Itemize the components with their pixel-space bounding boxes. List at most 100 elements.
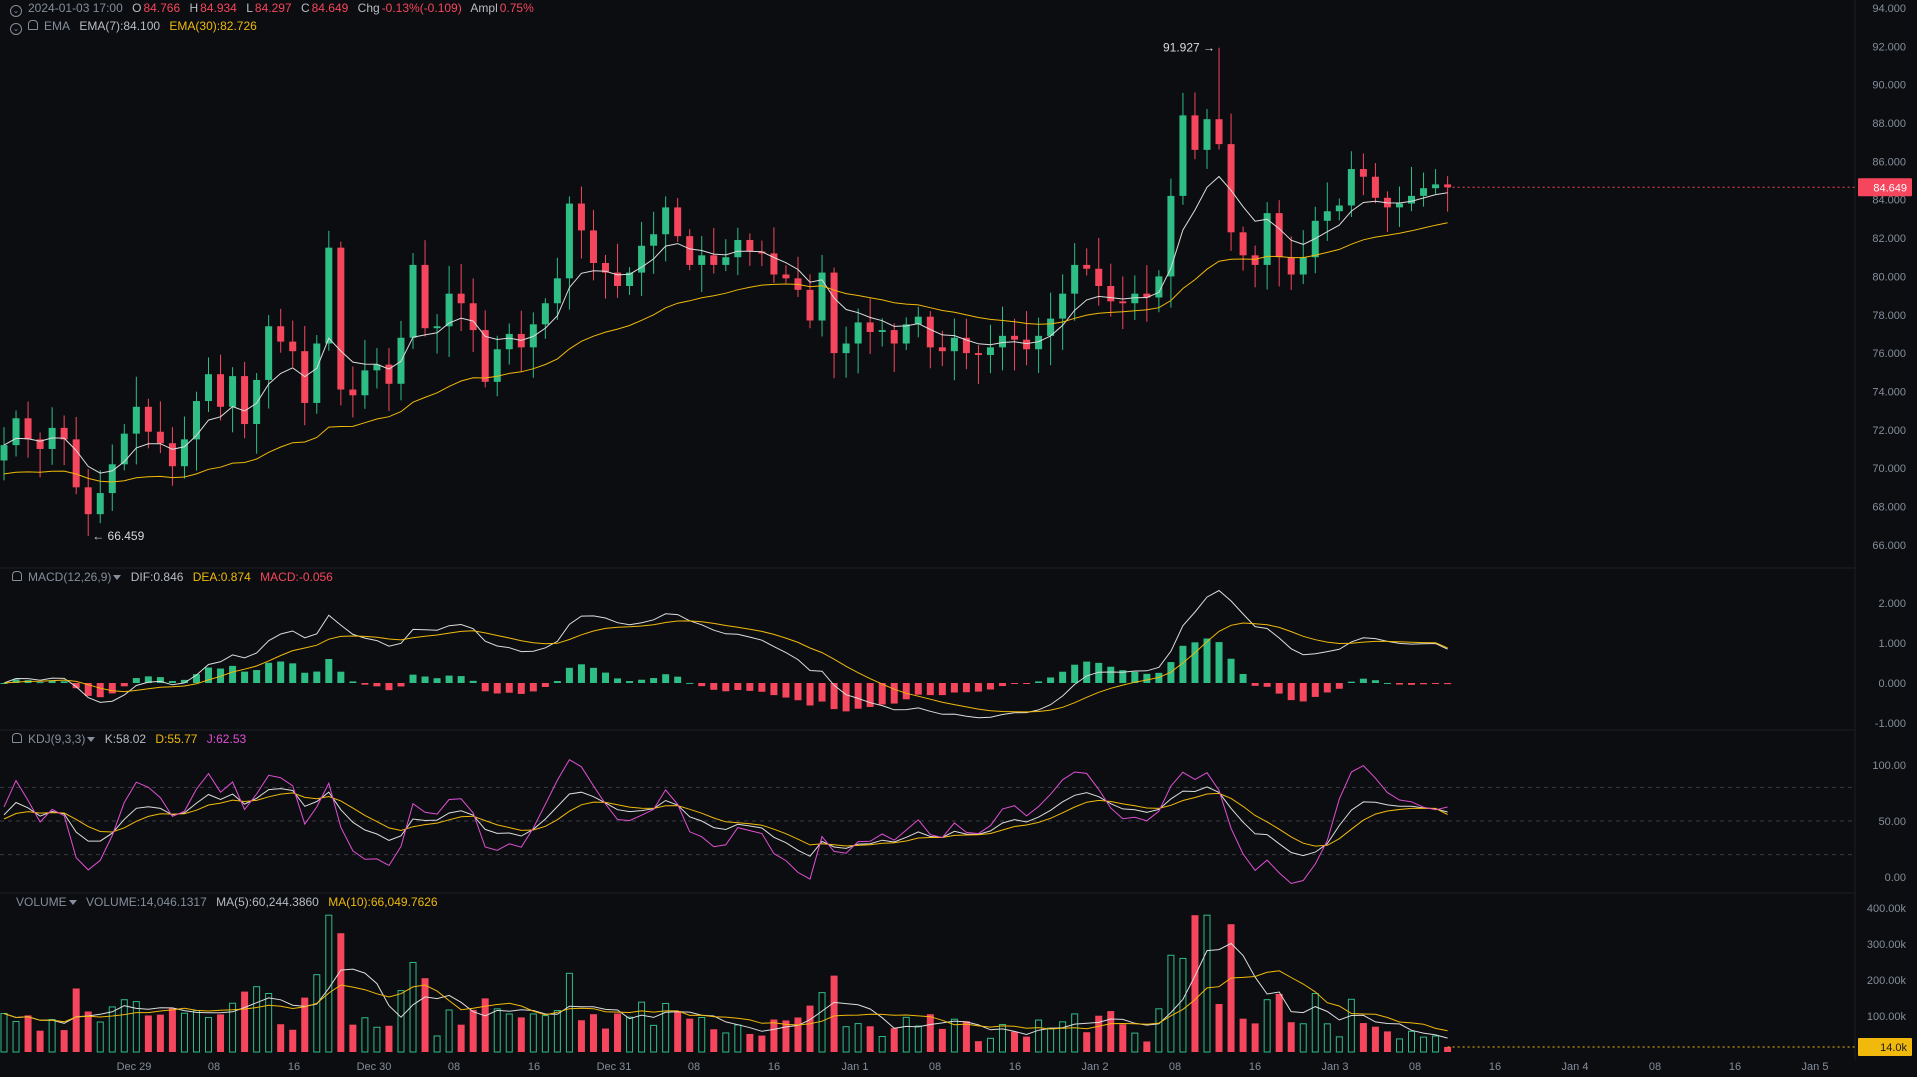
macd-hist-bar <box>493 683 501 694</box>
volume-name[interactable]: VOLUME <box>16 895 67 909</box>
volume-tick: 300.00k <box>1867 939 1907 951</box>
volume-bar <box>397 990 405 1053</box>
bell-icon[interactable] <box>28 20 38 30</box>
volume-bar <box>205 1017 213 1053</box>
candle-body <box>866 322 874 333</box>
ema-name[interactable]: EMA <box>44 19 70 33</box>
macd-hist-bar <box>565 667 573 683</box>
candle-body <box>1107 286 1115 302</box>
candle-body <box>217 374 225 407</box>
volume-bar <box>120 999 128 1053</box>
volume-bar <box>493 1008 501 1053</box>
volume-bar <box>36 1030 44 1052</box>
candle-body <box>229 376 237 407</box>
volume-bar <box>1371 1026 1379 1052</box>
candle-body <box>986 347 994 356</box>
macd-hist-bar <box>373 683 381 687</box>
price-axis: 94.000 92.000 90.000 88.000 86.000 84.000 82.0… <box>1858 3 1912 1056</box>
time-tick: Dec 29 <box>117 1061 152 1073</box>
volume-bar <box>24 1015 32 1052</box>
macd-name[interactable]: MACD(12,26,9) <box>28 570 111 584</box>
candle-body <box>180 439 188 467</box>
macd-dif: DIF:0.846 <box>130 570 184 584</box>
candle-body <box>433 326 441 329</box>
kdj-name[interactable]: KDJ(9,3,3) <box>28 732 85 746</box>
volume-bar <box>373 1026 381 1053</box>
candle-body <box>1287 257 1295 275</box>
macd-hist-bar <box>926 683 934 696</box>
macd-hist-bar <box>650 678 658 683</box>
time-tick: Jan 3 <box>1322 1061 1349 1073</box>
candle-body <box>156 431 164 444</box>
chevron-down-icon[interactable] <box>87 737 96 742</box>
candle-body <box>1071 264 1079 294</box>
chevron-down-icon[interactable]: ⌄ <box>10 23 22 35</box>
candle-body <box>974 353 982 356</box>
kdj-tick: 100.00 <box>1872 760 1906 772</box>
time-tick: Jan 4 <box>1562 1061 1589 1073</box>
macd-hist-bar <box>1263 683 1271 687</box>
candle-body <box>1191 115 1199 150</box>
macd-pane[interactable] <box>0 589 1452 719</box>
candle-body <box>698 255 706 265</box>
macd-hist-bar <box>445 675 453 683</box>
chart-canvas[interactable]: 94.000 92.000 90.000 88.000 86.000 84.000 82.0… <box>0 0 1917 1077</box>
macd-hist-bar <box>1215 642 1223 683</box>
volume-tick: 400.00k <box>1867 903 1907 915</box>
volume-bar <box>1395 1038 1403 1053</box>
candle-body <box>746 239 754 252</box>
volume-bar <box>746 1033 754 1052</box>
candle-body <box>120 433 128 465</box>
candle-body <box>589 230 597 263</box>
volume-bar <box>1095 1015 1103 1052</box>
volume-bar <box>241 991 249 1052</box>
volume-tick: 100.00k <box>1867 1011 1907 1023</box>
price-tick: 76.000 <box>1872 348 1906 360</box>
chevron-down-icon[interactable] <box>68 900 77 905</box>
macd-hist-bar <box>289 663 297 683</box>
macd-hist-bar <box>1395 683 1403 685</box>
volume-bar <box>1215 1004 1223 1052</box>
macd-hist-bar <box>1023 683 1031 684</box>
macd-hist-bar <box>1191 642 1199 683</box>
bell-icon[interactable] <box>12 571 22 581</box>
macd-hist-bar <box>277 661 285 683</box>
macd-hist-bar <box>698 683 706 687</box>
volume-bar <box>1035 1019 1043 1053</box>
volume-bar <box>1263 999 1271 1053</box>
macd-hist-bar <box>734 683 742 691</box>
volume-ma5: MA(5):60,244.3860 <box>216 895 319 909</box>
macd-tick: 1.000 <box>1878 638 1906 650</box>
macd-dif-line <box>3 589 1448 719</box>
candle-body <box>168 443 176 467</box>
candle-body <box>1347 169 1355 206</box>
macd-hist-bar <box>120 683 128 687</box>
price-tick: 78.000 <box>1872 310 1906 322</box>
macd-hist-bar <box>36 682 44 684</box>
macd-hist-bar <box>553 681 561 683</box>
volume-bar <box>84 1011 92 1052</box>
bell-icon[interactable] <box>12 733 22 743</box>
macd-hist-bar <box>60 681 68 683</box>
macd-hist-bar <box>72 683 80 689</box>
price-tick: 72.000 <box>1872 425 1906 437</box>
chevron-down-icon[interactable] <box>113 575 122 580</box>
time-tick: 08 <box>448 1061 460 1073</box>
chg-label: Chg <box>357 1 380 15</box>
volume-bar <box>1432 1035 1440 1053</box>
volume-pane[interactable] <box>0 914 1855 1053</box>
price-tick: 70.000 <box>1872 463 1906 475</box>
volume-bar <box>1023 1036 1031 1052</box>
volume-bar <box>529 1013 537 1053</box>
volume-bar <box>192 1010 200 1053</box>
volume-bar <box>565 972 573 1053</box>
macd-hist-bar <box>253 670 261 683</box>
price-pane[interactable] <box>0 47 1856 537</box>
chevron-down-icon[interactable]: ⌄ <box>10 5 22 17</box>
macd-hist-bar <box>577 664 585 683</box>
volume-bar <box>770 1019 778 1052</box>
ema30-value: EMA(30):82.726 <box>169 19 257 33</box>
kdj-pane[interactable] <box>0 759 1855 885</box>
price-tick: 74.000 <box>1872 386 1906 398</box>
macd-hist-bar <box>337 671 345 683</box>
